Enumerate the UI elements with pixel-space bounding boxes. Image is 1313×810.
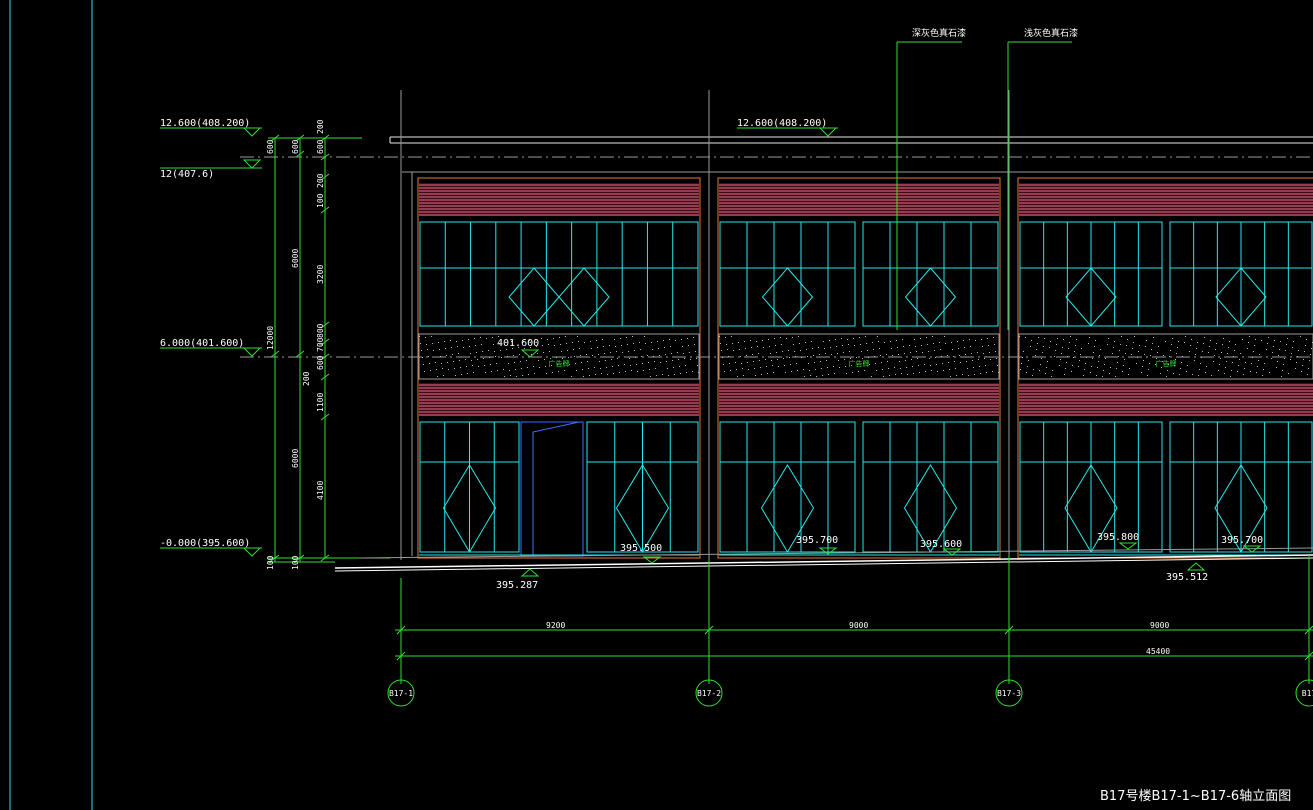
dim-text: 9000 <box>1150 621 1169 630</box>
axis-label: B17-3 <box>997 689 1021 698</box>
curtain-wall-upper <box>862 221 999 327</box>
level-text: 395.800 <box>1097 532 1139 543</box>
dim-text: 200 <box>316 119 325 134</box>
dim-text: 600 <box>316 355 325 370</box>
curtain-wall-lower <box>419 421 520 553</box>
curtain-wall-upper <box>719 221 856 327</box>
curtain-wall-upper <box>1019 221 1163 327</box>
grade-marker: 395.512 <box>1166 562 1208 583</box>
cladding-band <box>1019 383 1313 416</box>
dim-text: 600 <box>291 139 300 154</box>
dim-text: 9200 <box>546 621 565 630</box>
elevation-marker-mid: 6.000(401.600) <box>160 338 262 357</box>
axis-label: B17-2 <box>697 689 721 698</box>
axis-label: B17 <box>1302 689 1313 698</box>
dim-text: 200 <box>316 173 325 188</box>
cladding-band <box>419 383 699 416</box>
sign-label: 广告牌 <box>1156 359 1177 368</box>
curtain-wall-lower <box>1019 421 1163 553</box>
elevation-text: 12.600(408.200) <box>737 118 827 129</box>
level-marker: 395.500 <box>620 543 662 564</box>
dim-text: 600 <box>316 139 325 154</box>
note-text: 浅灰色真石漆 <box>1024 27 1078 39</box>
cad-drawing-canvas[interactable]: 12.600(408.200) 12(407.6) 6.000(401.600)… <box>0 0 1313 810</box>
elevation-marker-roof: 12(407.6) <box>160 159 262 180</box>
elevation-marker-roof-top: 12.600(408.200) <box>737 118 838 137</box>
level-marker: 395.700 <box>796 535 838 555</box>
dim-text: 6000 <box>291 249 300 268</box>
dim-text: 45400 <box>1146 647 1170 656</box>
level-text: 395.287 <box>496 580 538 591</box>
entrance-door <box>520 421 584 557</box>
dim-text: 3200 <box>316 265 325 284</box>
facade-bay: 广告牌 <box>1017 177 1313 559</box>
curtain-wall-upper <box>419 221 699 327</box>
cladding-band <box>719 383 999 416</box>
elevation-text: -0.000(395.600) <box>160 538 250 549</box>
dim-text: 12000 <box>266 326 275 350</box>
facade-bay: 广告牌 <box>717 177 1001 559</box>
level-marker: 395.800 <box>1097 532 1139 550</box>
cladding-band <box>1019 183 1313 216</box>
level-text: 395.700 <box>1221 535 1263 546</box>
dim-text: 4100 <box>316 481 325 500</box>
dim-text: 100 <box>316 193 325 208</box>
level-text: 395.500 <box>620 543 662 554</box>
level-text: 395.512 <box>1166 572 1208 583</box>
dim-text: 700 <box>316 337 325 352</box>
grade-marker: 395.287 <box>496 568 540 591</box>
sign-label: 广告牌 <box>549 359 570 368</box>
facade-bay: 广告牌 <box>417 177 701 559</box>
level-text: 395.600 <box>920 539 962 550</box>
axis-bubble-4[interactable]: B17 <box>1295 679 1313 707</box>
elevation-marker-ground: -0.000(395.600) <box>160 538 262 557</box>
vertical-dimensions: 12000 100 600 600 6000 6000 100 200 600 … <box>266 119 390 570</box>
dim-text: 600 <box>266 139 275 154</box>
dim-text: 6000 <box>291 449 300 468</box>
building-outline <box>389 90 1313 560</box>
dim-text: 100 <box>291 555 300 570</box>
elevation-marker-top: 12.600(408.200) <box>160 118 262 137</box>
curtain-wall-lower <box>1169 421 1313 553</box>
axis-label: B17-1 <box>389 689 413 698</box>
drawing-title: B17号楼B17-1~B17-6轴立面图 <box>1100 789 1291 804</box>
level-marker: 395.600 <box>920 539 962 556</box>
curtain-wall-upper <box>1169 221 1313 327</box>
curtain-wall-lower <box>719 421 856 553</box>
cladding-band <box>419 183 699 216</box>
elevation-text: 12.600(408.200) <box>160 118 250 129</box>
dim-text: 9000 <box>849 621 868 630</box>
sign-label: 广告牌 <box>849 359 870 368</box>
level-text: 395.700 <box>796 535 838 546</box>
dim-text: 1100 <box>316 393 325 412</box>
cladding-band <box>719 183 999 216</box>
facade-bays: 广告牌 广告牌 广告牌 <box>417 177 1313 559</box>
dim-text: 200 <box>302 371 311 386</box>
elevation-text: 12(407.6) <box>160 169 214 180</box>
dim-text: 800 <box>316 323 325 338</box>
dim-text: 100 <box>266 555 275 570</box>
level-text: 401.600 <box>497 338 539 349</box>
note-text: 深灰色真石漆 <box>912 27 966 39</box>
band-level-marker: 401.600 <box>497 338 540 358</box>
elevation-text: 6.000(401.600) <box>160 338 244 349</box>
curtain-wall-lower <box>862 421 999 553</box>
curtain-wall-lower <box>586 421 699 553</box>
